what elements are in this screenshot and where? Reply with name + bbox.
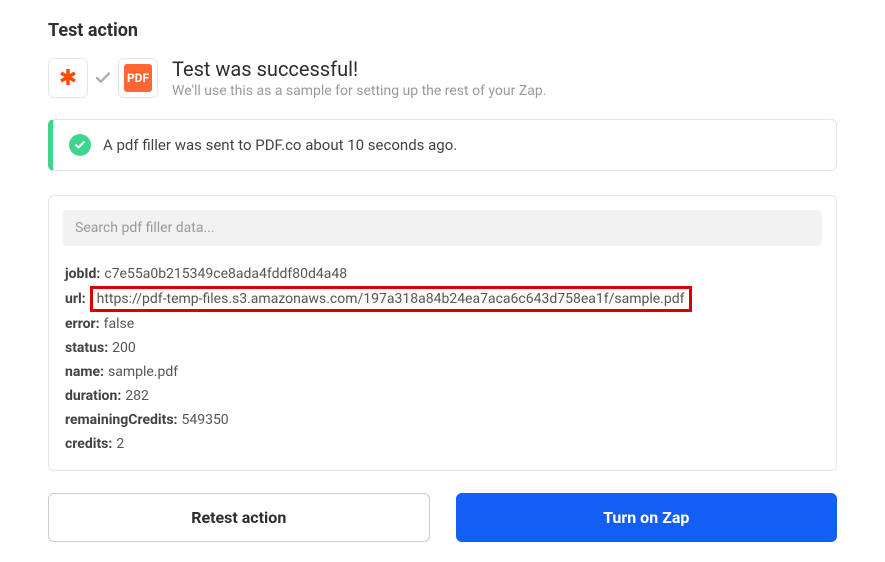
- data-value: 549350: [181, 408, 228, 432]
- data-value: 2: [116, 432, 124, 456]
- data-key: url: [65, 287, 86, 311]
- page-title: Test action: [48, 20, 837, 41]
- success-subtitle: We'll use this as a sample for setting u…: [172, 83, 546, 99]
- data-key: jobId: [65, 262, 100, 286]
- button-row: Retest action Turn on Zap: [48, 493, 837, 542]
- data-value: false: [104, 312, 135, 336]
- connector-arrow-icon: [88, 69, 118, 87]
- result-header: ✱ PDF Test was successful! We'll use thi…: [48, 57, 837, 99]
- search-input[interactable]: [63, 210, 822, 246]
- data-key: status: [65, 336, 108, 360]
- data-row-credits: credits 2: [65, 432, 822, 456]
- data-value: 282: [125, 384, 149, 408]
- data-row-duration: duration 282: [65, 384, 822, 408]
- data-key: credits: [65, 432, 112, 456]
- turn-on-zap-button[interactable]: Turn on Zap: [456, 493, 838, 542]
- data-key: remainingCredits: [65, 408, 177, 432]
- status-banner: A pdf filler was sent to PDF.co about 10…: [48, 119, 837, 171]
- data-value: sample.pdf: [108, 360, 178, 384]
- zapier-app-icon-box: ✱: [48, 58, 88, 98]
- pdfco-icon: PDF: [124, 64, 152, 92]
- data-section: jobId c7e55a0b215349ce8ada4fddf80d4a48 u…: [48, 195, 837, 471]
- success-title: Test was successful!: [172, 57, 546, 81]
- url-value-highlighted: https://pdf-temp-files.s3.amazonaws.com/…: [90, 286, 692, 312]
- data-key: name: [65, 360, 104, 384]
- data-row-url: url https://pdf-temp-files.s3.amazonaws.…: [65, 286, 822, 312]
- zapier-icon: ✱: [59, 66, 77, 91]
- data-row-error: error false: [65, 312, 822, 336]
- data-row-status: status 200: [65, 336, 822, 360]
- status-message: A pdf filler was sent to PDF.co about 10…: [103, 136, 457, 154]
- data-row-remaining-credits: remainingCredits 549350: [65, 408, 822, 432]
- pdfco-app-icon-box: PDF: [118, 58, 158, 98]
- data-value: c7e55a0b215349ce8ada4fddf80d4a48: [104, 262, 347, 286]
- data-list: jobId c7e55a0b215349ce8ada4fddf80d4a48 u…: [63, 262, 822, 456]
- data-row-name: name sample.pdf: [65, 360, 822, 384]
- data-value: 200: [112, 336, 136, 360]
- retest-button[interactable]: Retest action: [48, 493, 430, 542]
- data-row-jobid: jobId c7e55a0b215349ce8ada4fddf80d4a48: [65, 262, 822, 286]
- data-key: error: [65, 312, 100, 336]
- success-check-icon: [69, 134, 91, 156]
- data-key: duration: [65, 384, 121, 408]
